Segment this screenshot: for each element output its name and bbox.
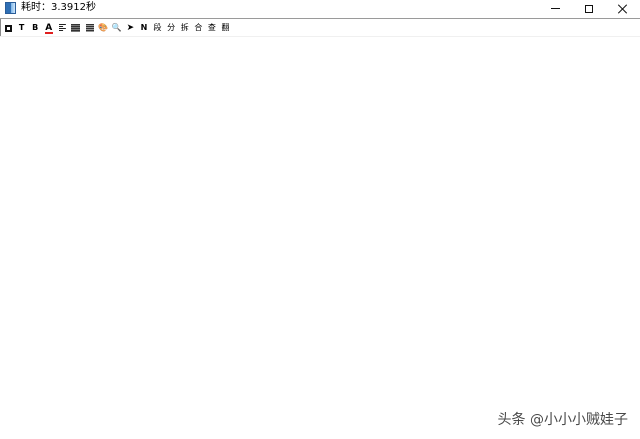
list-icon (85, 24, 94, 32)
minimize-button[interactable] (537, 0, 573, 17)
check-button[interactable]: 查 (206, 21, 218, 35)
close-icon (618, 4, 628, 14)
font-color-underline (45, 32, 54, 34)
title-separator (0, 18, 640, 19)
text-t-button[interactable]: T (16, 21, 28, 35)
text-editor-area[interactable] (0, 37, 640, 439)
font-color-button[interactable]: A (43, 21, 55, 35)
watermark-text: 头条 @小小小贼娃子 (497, 412, 628, 428)
close-button[interactable] (605, 0, 640, 17)
palette-icon: 🎨 (98, 23, 109, 32)
paragraph-button[interactable]: 段 (152, 21, 164, 35)
font-color-icon: A (45, 23, 54, 34)
merge-button[interactable]: 合 (192, 21, 204, 35)
split-button[interactable]: 分 (165, 21, 177, 35)
send-button[interactable]: ➤ (124, 21, 136, 35)
align-left-button[interactable] (56, 21, 68, 35)
n-button[interactable]: N (138, 21, 150, 35)
toolbar: T B A 🎨 🔍 ➤ N 段 分 拆 合 查 翻 (2, 21, 233, 35)
bold-button[interactable]: B (29, 21, 41, 35)
minimize-icon (550, 8, 560, 9)
align-left-icon (58, 24, 66, 32)
search-icon: 🔍 (111, 23, 122, 32)
window-title: 耗时：3.3912秒 (21, 2, 96, 13)
align-justify-button[interactable] (70, 21, 82, 35)
bold-b-icon: B (32, 23, 39, 32)
title-bar[interactable]: 耗时：3.3912秒 (0, 0, 640, 17)
palette-button[interactable]: 🎨 (97, 21, 109, 35)
app-book-icon (5, 2, 16, 14)
send-icon: ➤ (126, 23, 135, 33)
box-button[interactable] (2, 21, 14, 35)
n-icon: N (140, 23, 148, 32)
list-button[interactable] (84, 21, 96, 35)
maximize-button[interactable] (571, 0, 607, 17)
align-justify-icon (71, 24, 81, 32)
text-t-icon: T (18, 23, 25, 32)
unsplit-button[interactable]: 拆 (179, 21, 191, 35)
maximize-icon (585, 4, 593, 13)
search-button[interactable]: 🔍 (111, 21, 123, 35)
app-window: 耗时：3.3912秒 T B A 🎨 🔍 ➤ N 段 分 拆 合 查 翻 头条 … (0, 0, 640, 439)
box-icon (4, 24, 12, 32)
translate-button[interactable]: 翻 (220, 21, 232, 35)
